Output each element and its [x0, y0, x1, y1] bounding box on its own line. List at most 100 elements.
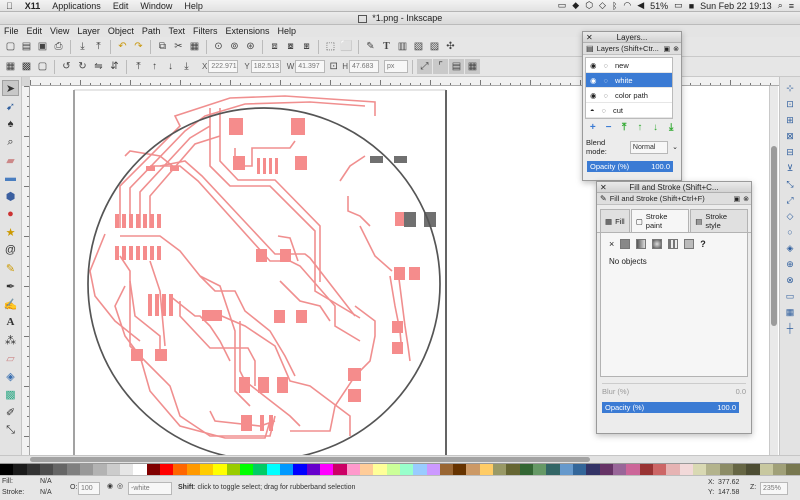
blur-value[interactable]: 0.0	[736, 387, 746, 396]
unlink-clone-icon[interactable]: ⧆	[299, 39, 314, 54]
palette-swatch[interactable]	[773, 464, 787, 475]
vertical-scrollbar[interactable]	[769, 86, 778, 455]
current-layer-select[interactable]: -white	[128, 482, 172, 495]
swatch-button[interactable]	[684, 239, 695, 249]
palette-swatch[interactable]	[253, 464, 267, 475]
menu-layer[interactable]: Layer	[73, 26, 104, 36]
palette-swatch[interactable]	[519, 464, 534, 475]
palette-swatch[interactable]	[213, 464, 227, 475]
snap-nodes-icon[interactable]: ⊻	[783, 161, 798, 175]
ungroup-icon[interactable]: ⬜	[339, 39, 354, 54]
palette-swatch[interactable]	[413, 464, 427, 475]
deselect-icon[interactable]: ▢	[35, 59, 50, 74]
duplicate-icon[interactable]: ⧈	[267, 39, 282, 54]
snap-midpoint-icon[interactable]: ◈	[783, 241, 798, 255]
spiral-tool-icon[interactable]: @	[2, 242, 19, 258]
palette-swatch[interactable]	[679, 464, 694, 475]
palette-swatch[interactable]	[479, 464, 494, 475]
snap-rotation-center-icon[interactable]: ⊗	[783, 273, 798, 287]
lower-layer-bottom-icon[interactable]: ⤓	[665, 121, 677, 133]
close-icon[interactable]: ✕	[600, 182, 607, 193]
palette-swatch[interactable]	[359, 464, 374, 475]
lower-bottom-icon[interactable]: ⤓	[179, 59, 194, 74]
calligraphy-tool-icon[interactable]: ✍	[2, 296, 19, 312]
snap-bbox-icon[interactable]: ⊡	[783, 97, 798, 111]
palette-swatch[interactable]	[746, 464, 760, 475]
snap-bbox-midpoint-icon[interactable]: ⊟	[783, 145, 798, 159]
selector-tool-icon[interactable]: ➤	[2, 80, 19, 96]
paste-icon[interactable]: ▦	[187, 39, 202, 54]
zoom-selection-icon[interactable]: ⊙	[211, 39, 226, 54]
blend-mode-select[interactable]: Normal	[629, 140, 669, 154]
preferences-icon[interactable]: ✣	[443, 39, 458, 54]
eraser-tool-icon[interactable]: ▱	[2, 350, 19, 366]
snap-paths-icon[interactable]: ⤡	[783, 177, 798, 191]
palette-swatch[interactable]	[426, 464, 440, 475]
ellipse-tool-icon[interactable]: ●	[2, 206, 19, 222]
horizontal-scrollbar-thumb[interactable]	[30, 457, 590, 462]
layer-lock-icon[interactable]: ◎	[117, 482, 123, 490]
lock-icon[interactable]: ◌	[604, 76, 608, 85]
palette-swatch[interactable]	[26, 464, 40, 475]
clone-icon[interactable]: ⧇	[283, 39, 298, 54]
palette-swatch[interactable]	[586, 464, 600, 475]
menu-file[interactable]: File	[0, 26, 23, 36]
menu-edit[interactable]: Edit	[23, 26, 47, 36]
palette-swatch[interactable]	[466, 464, 480, 475]
snap-smooth-icon[interactable]: ○	[783, 225, 798, 239]
fill-opacity-slider[interactable]: Opacity (%) 100.0	[602, 402, 739, 413]
cut-icon[interactable]: ✂	[171, 39, 186, 54]
raise-layer-top-icon[interactable]: ⤒	[618, 121, 630, 133]
layer-opacity-slider[interactable]: Opacity (%) 100.0	[587, 161, 673, 172]
palette-swatch[interactable]	[759, 464, 774, 475]
notification-center-icon[interactable]: ≡	[789, 1, 794, 11]
tab-stroke-style[interactable]: ▤ Stroke style	[690, 209, 748, 232]
shield-icon[interactable]: ⬡	[585, 0, 593, 11]
xml-editor-icon[interactable]: ▥	[395, 39, 410, 54]
pen-tool-icon[interactable]: ✒	[2, 278, 19, 294]
palette-swatch[interactable]	[66, 464, 80, 475]
spray-tool-icon[interactable]: ⁂	[2, 332, 19, 348]
battery-icon[interactable]: ▭	[674, 0, 683, 11]
menu-object[interactable]: Object	[104, 26, 138, 36]
eye-icon[interactable]: ◉	[590, 76, 597, 85]
palette-swatch[interactable]	[306, 464, 320, 475]
palette-swatch[interactable]	[786, 464, 800, 475]
unit-select[interactable]: px	[384, 60, 409, 73]
close-icon[interactable]: ⊗	[673, 45, 681, 53]
fill-stroke-titlebar[interactable]: ✕ Fill and Stroke (Shift+C...	[597, 182, 751, 193]
airplay-icon[interactable]: ▭	[558, 0, 567, 11]
snap-grid-icon[interactable]: ▦	[783, 305, 798, 319]
palette-swatch[interactable]	[133, 464, 147, 475]
lock-icon[interactable]: ◌	[604, 91, 608, 100]
menu-filters[interactable]: Filters	[189, 26, 222, 36]
palette-swatch[interactable]	[106, 464, 120, 475]
rotate-cw-icon[interactable]: ↻	[75, 59, 90, 74]
group-icon[interactable]: ⬚	[323, 39, 338, 54]
palette-swatch[interactable]	[173, 464, 187, 475]
document-properties-icon[interactable]: ▨	[427, 39, 442, 54]
vertical-scrollbar-thumb[interactable]	[771, 146, 777, 326]
layer-row-color-path[interactable]: ◉ ◌ color path	[586, 88, 672, 103]
evernote-icon[interactable]: ◆	[572, 0, 579, 11]
horizontal-scrollbar[interactable]	[0, 455, 800, 463]
text-tool-icon[interactable]: A	[2, 314, 19, 330]
menu-help[interactable]: Help	[273, 26, 300, 36]
palette-swatch[interactable]	[159, 464, 174, 475]
zoom-page-icon[interactable]: ⊛	[243, 39, 258, 54]
snap-page-icon[interactable]: ▭	[783, 289, 798, 303]
redo-icon[interactable]: ↷	[131, 39, 146, 54]
menu-extensions[interactable]: Extensions	[221, 26, 273, 36]
layer-row-new[interactable]: ◉ ◌ new	[586, 58, 672, 73]
palette-swatch[interactable]	[399, 464, 414, 475]
layer-visibility-icon[interactable]: ◉	[107, 482, 113, 490]
stroke-indicator-value[interactable]: N/A	[40, 489, 52, 496]
palette-swatch[interactable]	[653, 464, 667, 475]
palette-swatch[interactable]	[239, 464, 254, 475]
mac-menu-edit[interactable]: Edit	[107, 1, 135, 11]
dock-icon[interactable]: ▣	[734, 195, 741, 203]
export-icon[interactable]: ⤒	[91, 39, 106, 54]
snap-intersections-icon[interactable]: ⤢	[783, 193, 798, 207]
undo-icon[interactable]: ↶	[115, 39, 130, 54]
palette-swatch[interactable]	[386, 464, 400, 475]
